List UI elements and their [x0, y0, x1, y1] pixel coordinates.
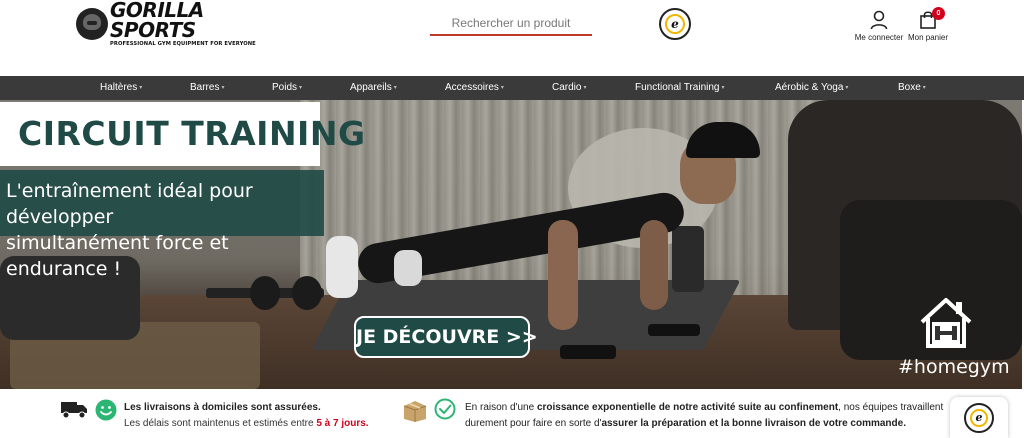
nav-item-poids[interactable]: Poids ▾ — [272, 76, 302, 100]
nav-item-halteres[interactable]: Haltères ▾ — [100, 76, 142, 100]
delivery-delay-days: 5 à 7 jours. — [316, 418, 369, 429]
hero-photo-arm — [548, 220, 578, 330]
hero-photo-shoe — [394, 250, 422, 286]
notice-bold-text: assurer la préparation et la bonne livra… — [601, 418, 906, 429]
nav-label: Cardio — [552, 82, 582, 93]
page: GORILLA SPORTS PROFESSIONAL GYM EQUIPMEN… — [0, 0, 1024, 438]
delivery-truck-icon — [61, 402, 87, 419]
notice-bold-text: croissance exponentielle de notre activi… — [536, 402, 839, 413]
covid-notice-line2: durement pour faire en sorte d'assurer l… — [465, 418, 950, 429]
parcel-box-icon — [403, 401, 427, 422]
nav-item-boxe[interactable]: Boxe ▾ — [898, 76, 926, 100]
nav-label: Poids — [272, 82, 298, 93]
user-icon — [870, 10, 888, 30]
chevron-down-icon: ▾ — [721, 85, 725, 91]
hashtag-homegym: #homegym — [898, 356, 1010, 378]
chevron-down-icon: ▾ — [922, 85, 926, 91]
logo-text: GORILLA SPORTS PROFESSIONAL GYM EQUIPMEN… — [110, 0, 256, 47]
delivery-delay-text: Les délais sont maintenus et estimés ent… — [124, 418, 369, 429]
info-bar: Les livraisons à domiciles sont assurées… — [0, 389, 1024, 438]
delivery-assured-text: Les livraisons à domiciles sont assurées… — [124, 402, 321, 413]
notice-text: durement pour faire en sorte d' — [465, 418, 602, 429]
nav-label: Barres — [190, 82, 220, 93]
trusted-shops-e-icon: e — [665, 14, 685, 34]
hero-subtitle: L'entraînement idéal pour développer sim… — [6, 178, 322, 282]
hero-photo-dumbbell — [206, 276, 324, 310]
hero-photo-arm — [640, 220, 668, 310]
chevron-down-icon: ▾ — [500, 85, 504, 91]
hero-photo-bottle — [672, 226, 704, 292]
hero-title: CIRCUIT TRAINING — [18, 114, 366, 153]
cart-label: Mon panier — [907, 33, 949, 42]
hero-subtitle-line: L'entraînement idéal pour développer — [6, 180, 253, 228]
gorilla-logo-icon — [76, 8, 108, 40]
search-bar — [430, 12, 592, 36]
smiley-icon — [95, 399, 117, 421]
cart-count-badge: 0 — [932, 7, 945, 20]
chevron-down-icon: ▾ — [393, 85, 397, 91]
nav-item-aerobic-yoga[interactable]: Aérobic & Yoga ▾ — [775, 76, 848, 100]
discover-button[interactable]: JE DÉCOUVRE >> — [354, 316, 538, 358]
nav-label: Aérobic & Yoga — [775, 82, 844, 93]
nav-label: Appareils — [350, 82, 392, 93]
logo-tagline: PROFESSIONAL GYM EQUIPMENT FOR EVERYONE — [110, 41, 256, 48]
hero-photo-shoe — [326, 236, 358, 298]
hero-photo-pushup-handle — [648, 324, 700, 336]
gorilla-sports-logo[interactable]: GORILLA SPORTS PROFESSIONAL GYM EQUIPMEN… — [76, 0, 256, 47]
nav-item-accessoires[interactable]: Accessoires ▾ — [445, 76, 504, 100]
main-navigation: Haltères ▾ Barres ▾ Poids ▾ Appareils ▾ Acce… — [0, 76, 1024, 100]
chevron-down-icon: ▾ — [583, 85, 587, 91]
account-button[interactable]: Me connecter — [852, 10, 906, 44]
cart-button[interactable]: 0 Mon panier — [906, 7, 950, 44]
nav-label: Boxe — [898, 82, 921, 93]
nav-label: Functional Training — [635, 82, 720, 93]
trusted-shops-badge[interactable]: e — [659, 8, 691, 40]
nav-label: Accessoires — [445, 82, 499, 93]
chevron-down-icon: ▾ — [299, 85, 303, 91]
trusted-shops-ring: e — [964, 402, 994, 433]
account-label: Me connecter — [854, 33, 904, 42]
home-gym-icon — [920, 298, 972, 348]
search-input[interactable] — [430, 12, 592, 34]
logo-name: GORILLA SPORTS — [110, 0, 204, 43]
hero-banner[interactable]: CIRCUIT TRAINING L'entraînement idéal po… — [0, 100, 1022, 389]
trusted-shops-e-icon: e — [970, 408, 988, 427]
nav-item-functional-training[interactable]: Functional Training ▾ — [635, 76, 725, 100]
notice-text: , nos équipes travaillent — [838, 402, 944, 413]
check-circle-icon — [434, 398, 456, 420]
hero-subtitle-line: simultanément force et endurance ! — [6, 232, 229, 280]
chevron-down-icon: ▾ — [845, 85, 849, 91]
site-header: GORILLA SPORTS PROFESSIONAL GYM EQUIPMEN… — [0, 0, 1024, 76]
trusted-shops-floating-badge[interactable]: e — [950, 397, 1008, 438]
hero-photo-pushup-handle — [560, 345, 616, 359]
nav-item-barres[interactable]: Barres ▾ — [190, 76, 224, 100]
chevron-down-icon: ▾ — [139, 85, 143, 91]
nav-item-cardio[interactable]: Cardio ▾ — [552, 76, 586, 100]
covid-notice-line1: En raison d'une croissance exponentielle… — [465, 402, 950, 413]
nav-item-appareils[interactable]: Appareils ▾ — [350, 76, 397, 100]
notice-text: En raison d'une — [465, 402, 537, 413]
nav-label: Haltères — [100, 82, 138, 93]
delivery-delay-prefix: Les délais sont maintenus et estimés ent… — [124, 418, 317, 429]
chevron-down-icon: ▾ — [221, 85, 225, 91]
